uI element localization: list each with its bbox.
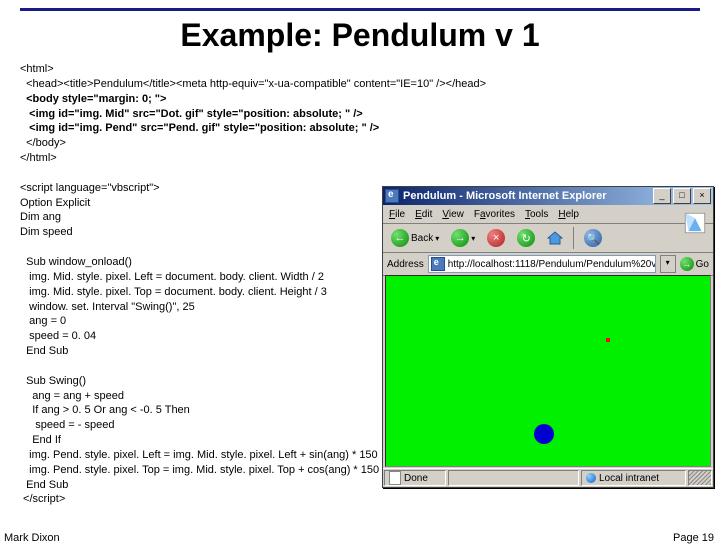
code-line: <img id="img. Mid" src="Dot. gif" style=… — [20, 108, 363, 120]
ie-logo-icon — [679, 207, 711, 239]
separator — [573, 227, 574, 249]
title-rule — [20, 8, 700, 11]
address-label: Address — [387, 259, 424, 270]
code-line: </script> — [20, 493, 65, 505]
address-dropdown-button[interactable]: ▾ — [660, 255, 676, 273]
back-arrow-icon: ← — [391, 229, 409, 247]
go-arrow-icon: → — [680, 257, 694, 271]
menu-file[interactable]: File — [389, 209, 405, 220]
pendulum-bob — [534, 424, 554, 444]
code-line: ang = ang + speed — [20, 390, 124, 402]
search-button[interactable]: 🔍 — [580, 227, 606, 249]
code-line: <head><title>Pendulum</title><meta http-… — [20, 78, 486, 90]
menu-view[interactable]: View — [442, 209, 464, 220]
home-button[interactable] — [543, 229, 567, 247]
code-line: <script language="vbscript"> — [20, 182, 160, 194]
search-icon: 🔍 — [584, 229, 602, 247]
code-line: window. set. Interval "Swing()", 25 — [20, 301, 195, 313]
back-label: Back — [411, 233, 433, 244]
forward-arrow-icon: → — [451, 229, 469, 247]
maximize-button[interactable]: □ — [673, 188, 691, 204]
pendulum-pivot-dot — [606, 338, 610, 342]
window-titlebar[interactable]: Pendulum - Microsoft Internet Explorer _… — [383, 187, 713, 205]
code-line: speed = 0. 04 — [20, 330, 96, 342]
code-line: Dim speed — [20, 226, 73, 238]
forward-button[interactable]: → ▾ — [447, 227, 479, 249]
toolbar: ← Back ▾ → ▾ × ↻ 🔍 — [383, 224, 713, 253]
code-line: Sub window_onload() — [20, 256, 132, 268]
go-label: Go — [696, 259, 709, 270]
home-icon — [547, 231, 563, 245]
status-middle — [448, 470, 579, 486]
go-button[interactable]: → Go — [680, 257, 709, 271]
status-done-label: Done — [404, 473, 428, 484]
menu-favorites[interactable]: Favorites — [474, 209, 515, 220]
code-line: End Sub — [20, 479, 68, 491]
chevron-down-icon: ▾ — [471, 234, 475, 243]
code-line: <img id="img. Pend" src="Pend. gif" styl… — [20, 122, 379, 134]
code-line: Option Explicit — [20, 197, 90, 209]
menu-tools[interactable]: Tools — [525, 209, 548, 220]
code-line: Sub Swing() — [20, 375, 86, 387]
ie-favicon-icon — [385, 189, 399, 203]
footer-author: Mark Dixon — [4, 532, 60, 544]
code-line: End Sub — [20, 345, 68, 357]
status-zone-label: Local intranet — [599, 473, 659, 484]
menu-edit[interactable]: Edit — [415, 209, 432, 220]
code-line: speed = - speed — [20, 419, 114, 431]
chevron-down-icon: ▾ — [435, 234, 439, 243]
refresh-icon: ↻ — [517, 229, 535, 247]
browser-window: Pendulum - Microsoft Internet Explorer _… — [382, 186, 714, 488]
code-line: img. Pend. style. pixel. Top = img. Mid.… — [20, 464, 379, 476]
code-line: Dim ang — [20, 211, 61, 223]
menu-bar: File Edit View Favorites Tools Help — [383, 205, 713, 224]
code-line: <body style="margin: 0; "> — [20, 93, 166, 105]
status-done: Done — [384, 470, 446, 486]
back-button[interactable]: ← Back ▾ — [387, 227, 443, 249]
stop-button[interactable]: × — [483, 227, 509, 249]
code-line: <html> — [20, 63, 54, 75]
code-line: img. Mid. style. pixel. Left = document.… — [20, 271, 324, 283]
code-line: If ang > 0. 5 Or ang < -0. 5 Then — [20, 404, 190, 416]
address-input[interactable]: http://localhost:1118/Pendulum/Pendulum%… — [428, 255, 656, 273]
page-favicon-icon — [431, 257, 445, 271]
zone-icon — [586, 473, 596, 483]
code-line: ang = 0 — [20, 315, 66, 327]
code-line: End If — [20, 434, 61, 446]
footer-page: Page 19 — [673, 532, 714, 544]
address-value: http://localhost:1118/Pendulum/Pendulum%… — [448, 259, 656, 270]
status-zone: Local intranet — [581, 470, 686, 486]
document-icon — [389, 471, 401, 485]
code-line: img. Pend. style. pixel. Left = img. Mid… — [20, 449, 378, 461]
refresh-button[interactable]: ↻ — [513, 227, 539, 249]
resize-grip[interactable] — [688, 470, 712, 486]
page-viewport — [385, 275, 711, 467]
slide-title: Example: Pendulum v 1 — [0, 17, 720, 54]
code-line: img. Mid. style. pixel. Top = document. … — [20, 286, 327, 298]
code-line: </body> — [20, 137, 66, 149]
address-bar: Address http://localhost:1118/Pendulum/P… — [383, 253, 713, 276]
code-line: </html> — [20, 152, 57, 164]
minimize-button[interactable]: _ — [653, 188, 671, 204]
close-button[interactable]: × — [693, 188, 711, 204]
window-title: Pendulum - Microsoft Internet Explorer — [403, 190, 653, 202]
menu-help[interactable]: Help — [558, 209, 579, 220]
status-bar: Done Local intranet — [383, 468, 713, 487]
stop-icon: × — [487, 229, 505, 247]
